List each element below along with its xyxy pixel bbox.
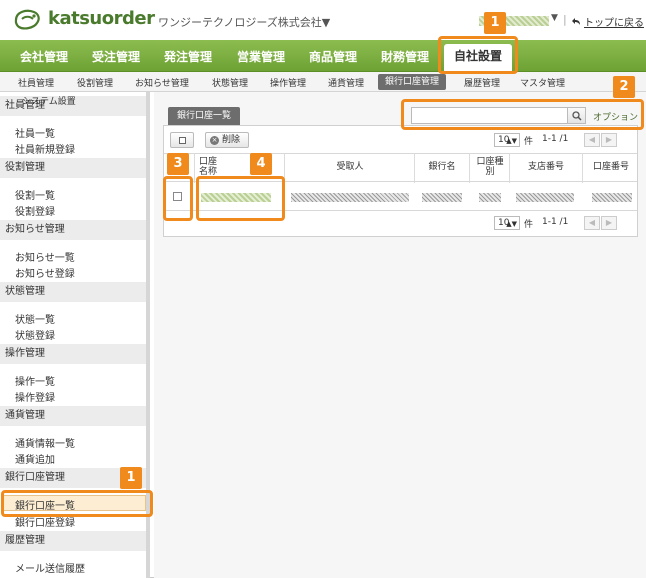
company-selector[interactable]: ワンジーテクノロジーズ株式会社▼ bbox=[158, 14, 330, 30]
return-arrow-icon bbox=[572, 18, 580, 25]
logo-text[interactable]: katsuorder bbox=[48, 8, 155, 29]
nav-finance[interactable]: 財務管理 bbox=[381, 48, 429, 65]
subnav-bank-accounts[interactable]: 銀行口座管理 bbox=[378, 74, 446, 90]
bank-name-redacted bbox=[422, 193, 462, 202]
callout-box-2-search bbox=[401, 99, 644, 130]
sub-nav: 社員管理 役割管理 お知らせ管理 状態管理 操作管理 通貨管理 銀行口座管理 履… bbox=[0, 72, 646, 92]
subnav-employees[interactable]: 社員管理 bbox=[18, 76, 54, 89]
sidebar-item-mail-history[interactable]: メール送信履歴 bbox=[15, 560, 85, 575]
prev-page-button[interactable]: ◀ bbox=[584, 216, 600, 230]
subnav-status[interactable]: 状態管理 bbox=[212, 76, 248, 89]
col-header-branch-number[interactable]: 支店番号 bbox=[515, 162, 577, 172]
katsuo-logo-icon bbox=[14, 9, 40, 30]
col-header-account-number[interactable]: 口座番号 bbox=[586, 162, 636, 172]
payee-redacted bbox=[291, 193, 409, 202]
callout-number-1-sidebar: 1 bbox=[120, 467, 142, 489]
select-caret-icon: ▲▼ bbox=[506, 137, 517, 145]
prev-page-button[interactable]: ◀ bbox=[584, 133, 600, 147]
sidebar-item-employee-new[interactable]: 社員新規登録 bbox=[15, 141, 75, 156]
pager-top: 10 ▲▼ 件 1-1 /1 ◀ ▶ bbox=[494, 133, 624, 147]
nav-sales[interactable]: 営業管理 bbox=[237, 48, 285, 65]
nav-products[interactable]: 商品管理 bbox=[309, 48, 357, 65]
sidebar-item-status-new[interactable]: 状態登録 bbox=[15, 327, 55, 342]
sidebar-head-currency: 通貨管理 bbox=[0, 406, 146, 426]
page-range: 1-1 /1 bbox=[542, 217, 569, 227]
subnav-notices[interactable]: お知らせ管理 bbox=[135, 76, 189, 89]
sidebar-head-overlap: 社員管理 システム設置 bbox=[0, 96, 146, 116]
user-menu-caret-icon[interactable]: ▼ bbox=[551, 13, 558, 23]
callout-box-1-sidebar bbox=[1, 490, 153, 517]
nav-company[interactable]: 会社管理 bbox=[20, 48, 68, 65]
nav-orders[interactable]: 受注管理 bbox=[92, 48, 140, 65]
col-header-account-type[interactable]: 口座種 別 bbox=[472, 157, 508, 177]
sidebar-head-operations: 操作管理 bbox=[0, 344, 146, 364]
branch-number-redacted bbox=[516, 193, 574, 202]
sidebar-item-operation-new[interactable]: 操作登録 bbox=[15, 389, 55, 404]
callout-box-4-account-name bbox=[196, 176, 285, 221]
delete-button[interactable]: × 削除 bbox=[205, 132, 249, 148]
subnav-operations[interactable]: 操作管理 bbox=[270, 76, 306, 89]
sidebar-item-employee-list[interactable]: 社員一覧 bbox=[15, 125, 55, 140]
delete-x-icon: × bbox=[210, 136, 219, 145]
header-separator: | bbox=[563, 13, 567, 26]
col-header-bank-name[interactable]: 銀行名 bbox=[420, 162, 464, 172]
checkbox-icon bbox=[179, 137, 186, 144]
account-type-redacted bbox=[479, 193, 501, 202]
account-number-redacted bbox=[592, 193, 632, 202]
subnav-roles[interactable]: 役割管理 bbox=[77, 76, 113, 89]
page-range: 1-1 /1 bbox=[542, 134, 569, 144]
subnav-master[interactable]: マスタ管理 bbox=[520, 76, 565, 89]
pager-bottom: 10 ▲▼ 件 1-1 /1 ◀ ▶ bbox=[494, 216, 624, 230]
back-to-top-link[interactable]: トップに戻る bbox=[571, 14, 644, 29]
sidebar-item-role-new[interactable]: 役割登録 bbox=[15, 203, 55, 218]
subnav-currency[interactable]: 通貨管理 bbox=[328, 76, 364, 89]
sidebar-head-system-overlap: システム設置 bbox=[22, 97, 76, 107]
sidebar-item-currency-add[interactable]: 通貨追加 bbox=[15, 451, 55, 466]
bank-account-list-tab[interactable]: 銀行口座一覧 bbox=[168, 107, 240, 125]
per-page-select-top[interactable]: 10 ▲▼ bbox=[494, 133, 520, 147]
delete-label: 削除 bbox=[222, 135, 241, 145]
callout-number-3-checkbox: 3 bbox=[167, 153, 189, 175]
callout-box-3-checkbox bbox=[163, 176, 193, 221]
sidebar-item-currency-list[interactable]: 通貨情報一覧 bbox=[15, 435, 75, 450]
callout-number-1-nav: 1 bbox=[484, 12, 506, 34]
callout-number-4-account-name: 4 bbox=[250, 153, 272, 175]
sidebar-head-roles: 役割管理 bbox=[0, 158, 146, 178]
nav-purchasing[interactable]: 発注管理 bbox=[164, 48, 212, 65]
next-page-button[interactable]: ▶ bbox=[601, 216, 617, 230]
sidebar-item-notice-new[interactable]: お知らせ登録 bbox=[15, 265, 75, 280]
next-page-button[interactable]: ▶ bbox=[601, 133, 617, 147]
select-caret-icon: ▲▼ bbox=[506, 220, 517, 228]
sidebar-item-notice-list[interactable]: お知らせ一覧 bbox=[15, 249, 75, 264]
per-page-unit: 件 bbox=[524, 137, 534, 147]
back-to-top-label: トップに戻る bbox=[584, 18, 644, 29]
col-header-account-name[interactable]: 口座 名称 bbox=[199, 157, 219, 177]
main-nav: 会社管理 受注管理 発注管理 営業管理 商品管理 財務管理 自社設置 bbox=[0, 40, 646, 72]
subnav-history[interactable]: 履歴管理 bbox=[464, 76, 500, 89]
sidebar-head-notices: お知らせ管理 bbox=[0, 220, 146, 240]
select-all-button[interactable] bbox=[170, 132, 194, 148]
sidebar-head-history: 履歴管理 bbox=[0, 531, 146, 551]
sidebar-item-role-list[interactable]: 役割一覧 bbox=[15, 187, 55, 202]
callout-box-1-nav bbox=[438, 36, 518, 74]
sidebar-item-operation-list[interactable]: 操作一覧 bbox=[15, 373, 55, 388]
app-header: katsuorder ワンジーテクノロジーズ株式会社▼ ▼ | トップに戻る bbox=[0, 0, 646, 40]
sidebar-item-status-list[interactable]: 状態一覧 bbox=[15, 311, 55, 326]
col-header-payee[interactable]: 受取人 bbox=[315, 162, 385, 172]
per-page-select-bottom[interactable]: 10 ▲▼ bbox=[494, 216, 520, 230]
per-page-unit: 件 bbox=[524, 220, 534, 230]
callout-number-2-search: 2 bbox=[613, 76, 635, 98]
sidebar-head-status: 状態管理 bbox=[0, 282, 146, 302]
